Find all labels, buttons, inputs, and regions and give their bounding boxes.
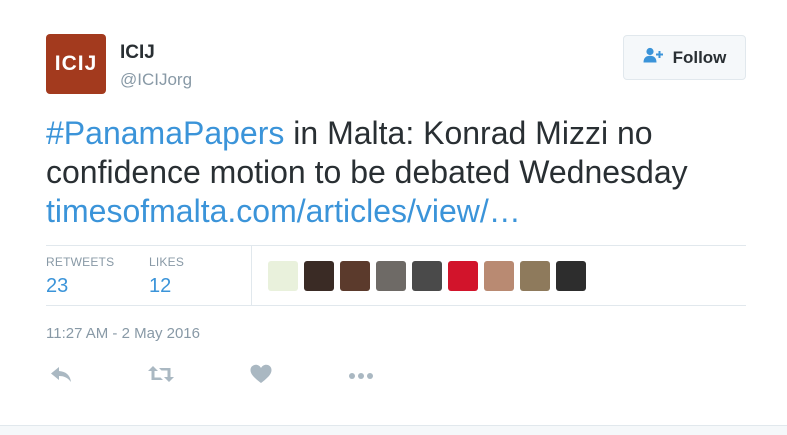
tweet-timestamp[interactable]: 11:27 AM - 2 May 2016 xyxy=(46,325,200,342)
reply-button[interactable] xyxy=(46,364,76,388)
liker-avatar-6[interactable] xyxy=(448,261,478,291)
liker-avatar-7[interactable] xyxy=(484,261,514,291)
retweets-label: RETWEETS xyxy=(46,255,115,269)
liker-avatar-5[interactable] xyxy=(412,261,442,291)
author-avatar[interactable]: ICIJ xyxy=(46,34,106,94)
like-button[interactable] xyxy=(246,364,276,388)
liker-avatar-9[interactable] xyxy=(556,261,586,291)
liker-avatar-8[interactable] xyxy=(520,261,550,291)
follow-button-label: Follow xyxy=(672,47,727,67)
likes-label: LIKES xyxy=(149,255,185,269)
tweet-text: #PanamaPapers in Malta: Konrad Mizzi no … xyxy=(46,114,746,231)
retweet-icon xyxy=(148,365,174,388)
reply-icon xyxy=(50,365,72,388)
stats-divider-bottom xyxy=(46,305,746,306)
page-bottom-strip xyxy=(0,425,787,435)
author-handle[interactable]: @ICIJorg xyxy=(120,70,192,90)
liker-avatar-2[interactable] xyxy=(304,261,334,291)
tweet-card: ICIJ ICIJ @ICIJorg Follow #PanamaPapers … xyxy=(0,0,787,425)
liker-avatar-1[interactable] xyxy=(268,261,298,291)
liker-avatar-3[interactable] xyxy=(340,261,370,291)
retweet-button[interactable] xyxy=(146,364,176,388)
stats-divider-top xyxy=(46,245,746,246)
like-heart-icon xyxy=(250,364,272,389)
more-dots-icon xyxy=(348,367,374,385)
more-button[interactable] xyxy=(346,364,376,388)
author-display-name[interactable]: ICIJ xyxy=(120,42,155,64)
liker-avatars xyxy=(268,261,586,291)
likes-count: 12 xyxy=(149,275,172,297)
article-link[interactable]: timesofmalta.com/articles/view/… xyxy=(46,193,521,229)
hashtag-link[interactable]: #PanamaPapers xyxy=(46,115,284,151)
liker-avatar-4[interactable] xyxy=(376,261,406,291)
retweets-count: 23 xyxy=(46,275,69,297)
follow-person-plus-icon xyxy=(643,47,665,68)
likes-stat[interactable]: LIKES 12 xyxy=(149,255,184,298)
stats-vertical-divider xyxy=(251,246,252,305)
avatar-logo-text: ICIJ xyxy=(54,52,98,75)
follow-button[interactable]: Follow xyxy=(623,35,746,80)
retweets-stat[interactable]: RETWEETS 23 xyxy=(46,255,114,298)
